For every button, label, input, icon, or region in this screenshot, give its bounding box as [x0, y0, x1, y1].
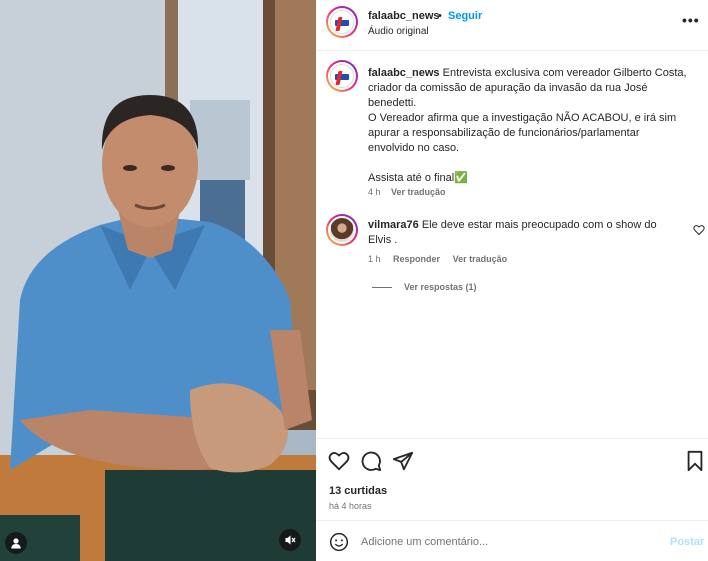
- bookmark-icon[interactable]: [684, 450, 706, 472]
- commenter-avatar[interactable]: [326, 214, 358, 246]
- caption-line-2: O Vereador afirma que a investigação NÃO…: [368, 112, 677, 154]
- caption-time[interactable]: 4 h: [368, 187, 381, 197]
- add-comment-bar: Postar: [316, 522, 708, 561]
- post-comment-button[interactable]: Postar: [670, 536, 704, 548]
- video-frame: [0, 0, 316, 561]
- caption-text: falaabc_news Entrevista exclusiva com ve…: [368, 66, 688, 186]
- caption-meta: 4 h Ver tradução: [368, 187, 454, 197]
- comment-input[interactable]: [361, 532, 651, 552]
- speaker-muted-icon: [285, 535, 296, 545]
- commenter-photo: [330, 218, 354, 242]
- caption-avatar[interactable]: [326, 60, 358, 92]
- user-icon: [11, 538, 21, 549]
- comment-icon[interactable]: [360, 450, 382, 472]
- comment-username[interactable]: vilmara76: [368, 219, 419, 231]
- post-media-video[interactable]: [0, 0, 316, 561]
- mute-toggle-button[interactable]: [279, 529, 301, 551]
- reply-button[interactable]: Responder: [393, 254, 440, 264]
- post-header: falaabc_news • Seguir Áudio original •••: [316, 0, 708, 51]
- follow-button[interactable]: Seguir: [448, 10, 482, 22]
- share-icon[interactable]: [392, 450, 414, 472]
- header-separator: •: [438, 10, 442, 22]
- audio-label[interactable]: Áudio original: [368, 26, 429, 37]
- likes-count[interactable]: 13 curtidas: [329, 485, 387, 497]
- replies-divider: [372, 287, 392, 289]
- caption-username[interactable]: falaabc_news: [368, 67, 440, 79]
- emoji-icon[interactable]: [329, 532, 349, 552]
- post-actions: 13 curtidas há 4 horas: [316, 438, 708, 521]
- comment-heart-icon[interactable]: [693, 224, 705, 236]
- view-replies-button[interactable]: Ver respostas (1): [372, 282, 477, 292]
- falaabc-logo-icon: [330, 10, 354, 34]
- post-timestamp[interactable]: há 4 horas: [329, 501, 372, 511]
- more-options-icon[interactable]: •••: [682, 12, 700, 28]
- comments-list[interactable]: falaabc_news Entrevista exclusiva com ve…: [316, 52, 708, 438]
- heart-icon[interactable]: [328, 450, 350, 472]
- comment-text: vilmara76 Ele deve estar mais preocupado…: [368, 218, 678, 248]
- author-avatar[interactable]: [326, 6, 358, 38]
- comment-translate-link[interactable]: Ver tradução: [453, 254, 508, 264]
- falaabc-logo-icon: [330, 64, 354, 88]
- check-mark-icon: ✅: [454, 172, 468, 184]
- tagged-user-button[interactable]: [5, 532, 27, 554]
- comment-time[interactable]: 1 h: [368, 254, 381, 264]
- author-username[interactable]: falaabc_news: [368, 10, 440, 22]
- caption-translate-link[interactable]: Ver tradução: [391, 187, 446, 197]
- view-replies-label: Ver respostas (1): [404, 282, 477, 292]
- post-detail-panel: falaabc_news • Seguir Áudio original •••…: [316, 0, 708, 561]
- caption-line-3: Assista até o final: [368, 172, 455, 184]
- comment-meta: 1 h Responder Ver tradução: [368, 254, 517, 264]
